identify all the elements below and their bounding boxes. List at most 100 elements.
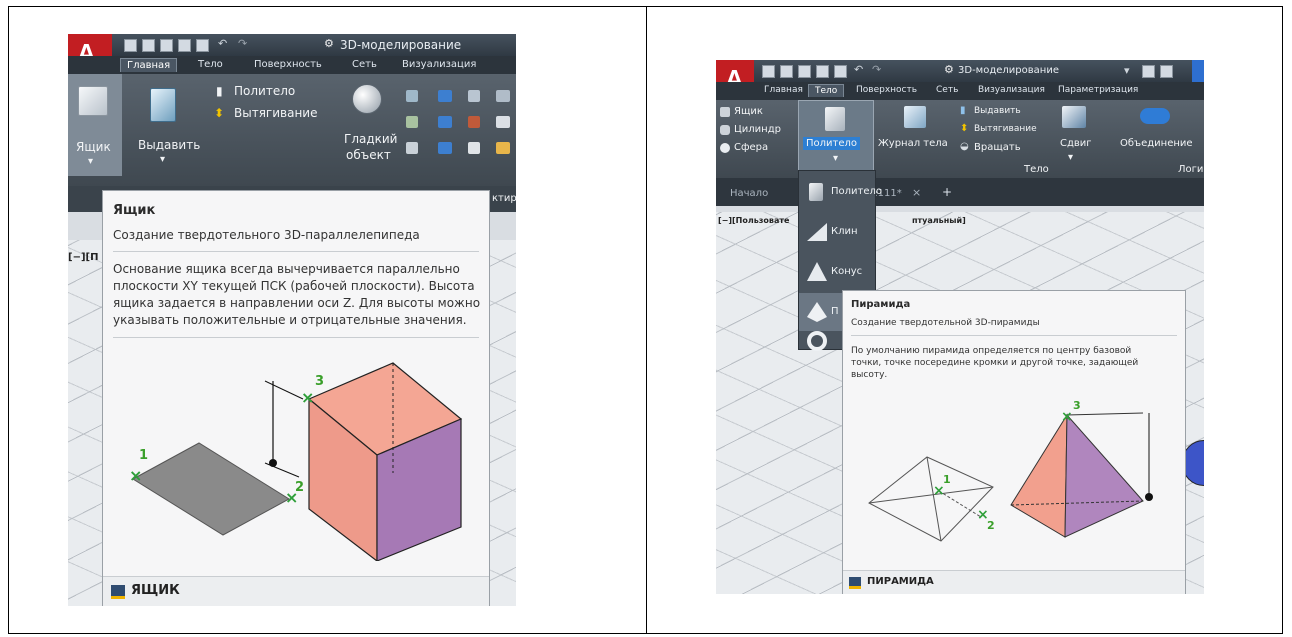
tab-visualize[interactable]: Визуализация bbox=[972, 84, 1051, 96]
panel-title-fragment: ктир bbox=[492, 193, 516, 204]
save-icon[interactable] bbox=[160, 39, 173, 52]
open-icon[interactable] bbox=[780, 65, 793, 78]
tab-surface[interactable]: Поверхность bbox=[850, 84, 923, 96]
help-icon[interactable] bbox=[849, 577, 861, 589]
figure-divider bbox=[646, 6, 647, 634]
redo-icon[interactable]: ↷ bbox=[872, 63, 881, 76]
tooltip-desc-line: указывать положительные и отрицательные … bbox=[113, 313, 467, 327]
tab-home[interactable]: Главная bbox=[120, 58, 178, 72]
tooltip-summary: Создание твердотельной 3D-пирамиды bbox=[851, 318, 1040, 328]
panel-label-solid: Тело bbox=[1024, 164, 1049, 175]
tab-solid[interactable]: Тело bbox=[808, 84, 845, 97]
new-icon[interactable] bbox=[762, 65, 775, 78]
help-icon[interactable] bbox=[111, 585, 125, 599]
extrude-label: Выдавить bbox=[138, 138, 201, 152]
add-tab-icon[interactable]: + bbox=[942, 185, 952, 199]
edit-tool-icon[interactable] bbox=[496, 90, 510, 102]
polysolid-icon bbox=[825, 107, 845, 131]
workspace-gear-icon[interactable]: ⚙ bbox=[324, 37, 334, 50]
boolean-icon[interactable] bbox=[438, 116, 452, 128]
screenshot-pyramid-tooltip: ↶ ↷ ⚙ 3D-моделирование ▾ Главная Тело По… bbox=[716, 60, 1204, 594]
viewport-label[interactable]: [−][Пользовате bbox=[718, 216, 789, 225]
tooltip-footer: ЯЩИК bbox=[103, 576, 489, 606]
polysolid-button[interactable]: Политело ▾ bbox=[798, 100, 874, 178]
tab-visualize[interactable]: Визуализация bbox=[396, 58, 482, 71]
save-icon[interactable] bbox=[798, 65, 811, 78]
tab-mesh[interactable]: Сеть bbox=[930, 84, 964, 96]
mesh-tool-icon[interactable] bbox=[406, 116, 418, 128]
union-button[interactable]: Объединение bbox=[1114, 100, 1204, 160]
polysolid-label: Политело bbox=[803, 137, 861, 150]
edit-tool-icon[interactable] bbox=[468, 142, 480, 154]
close-icon[interactable]: × bbox=[912, 186, 921, 199]
presspull-button[interactable]: ⬍ Вытягивание bbox=[214, 106, 334, 124]
polysolid-button[interactable]: ▮ Политело bbox=[216, 84, 326, 102]
presspull-icon: ⬍ bbox=[214, 106, 225, 120]
open-icon[interactable] bbox=[142, 39, 155, 52]
tooltip-title: Ящик bbox=[113, 203, 156, 218]
solid-history-button[interactable]: Журнал тела bbox=[876, 100, 954, 160]
sphere-button[interactable]: Сфера bbox=[720, 140, 790, 156]
edit-tool-icon[interactable] bbox=[496, 142, 510, 154]
save-as-icon[interactable] bbox=[178, 39, 191, 52]
point-marker-icon: × bbox=[1061, 409, 1073, 425]
tooltip-desc-line: По умолчанию пирамида определяется по це… bbox=[851, 346, 1132, 356]
undo-icon[interactable]: ↶ bbox=[854, 63, 863, 76]
new-icon[interactable] bbox=[124, 39, 137, 52]
viewport-label[interactable]: [−][П bbox=[68, 252, 98, 263]
cylinder-button[interactable]: Цилиндр bbox=[720, 122, 798, 138]
mesh-tool-icon[interactable] bbox=[406, 142, 418, 154]
redo-icon[interactable]: ↷ bbox=[238, 37, 247, 50]
chevron-down-icon: ▾ bbox=[1068, 152, 1074, 163]
tab-home[interactable]: Главная bbox=[758, 84, 809, 96]
mesh-tool-icon[interactable] bbox=[406, 90, 418, 102]
tab-surface[interactable]: Поверхность bbox=[248, 58, 328, 71]
edit-tool-icon[interactable] bbox=[468, 116, 480, 128]
viewport-label-visual-style[interactable]: птуальный] bbox=[912, 216, 966, 225]
extrude-button[interactable]: Выдавить ▾ bbox=[126, 74, 204, 176]
revolve-button[interactable]: ◒ Вращать bbox=[960, 140, 1040, 156]
workspace-name[interactable]: 3D-моделирование bbox=[958, 65, 1059, 76]
separator bbox=[113, 337, 479, 338]
tab-parametric[interactable]: Параметризация bbox=[1052, 84, 1144, 96]
boolean-icon[interactable] bbox=[438, 90, 452, 102]
tooltip-desc-line: ящика задается в направлении оси Z. Для … bbox=[113, 296, 481, 310]
edit-tool-icon[interactable] bbox=[468, 90, 480, 102]
wedge-icon bbox=[807, 223, 827, 241]
polysolid-icon: ▮ bbox=[216, 84, 223, 98]
undo-icon[interactable]: ↶ bbox=[218, 37, 227, 50]
pyramid-icon bbox=[807, 302, 827, 322]
menu-item-polysolid[interactable]: Политело bbox=[799, 173, 882, 211]
smooth-object-button[interactable]: Гладкий объект bbox=[336, 74, 400, 176]
dropdown-icon[interactable]: ▾ bbox=[1124, 64, 1130, 77]
boolean-icon[interactable] bbox=[438, 142, 452, 154]
solid-history-label: Журнал тела bbox=[878, 138, 948, 149]
save-as-icon[interactable] bbox=[816, 65, 829, 78]
presspull-label: Вытягивание bbox=[974, 124, 1037, 134]
box-button[interactable]: Ящик ▾ bbox=[68, 74, 122, 176]
cylinder-label: Цилиндр bbox=[734, 124, 781, 135]
workspace-name[interactable]: 3D-моделирование bbox=[340, 38, 461, 52]
union-icon bbox=[1140, 108, 1170, 124]
union-label: Объединение bbox=[1120, 138, 1193, 149]
extrude-icon: ▮ bbox=[960, 105, 966, 116]
menu-item-cone[interactable]: Конус bbox=[799, 253, 875, 291]
print-icon[interactable] bbox=[196, 39, 209, 52]
menu-item-wedge[interactable]: Клин bbox=[799, 213, 875, 251]
menu-label: Конус bbox=[831, 266, 863, 277]
print-icon[interactable] bbox=[834, 65, 847, 78]
tab-mesh[interactable]: Сеть bbox=[346, 58, 383, 71]
extrude-button[interactable]: ▮ Выдавить bbox=[960, 104, 1046, 120]
revolve-label: Вращать bbox=[974, 142, 1021, 153]
box-button[interactable]: Ящик bbox=[720, 104, 790, 120]
workspace-gear-icon[interactable]: ⚙ bbox=[944, 63, 954, 76]
polysolid-label: Политело bbox=[234, 84, 296, 98]
save-icon[interactable] bbox=[1160, 65, 1173, 78]
presspull-button[interactable]: ⬍ Вытягивание bbox=[960, 122, 1050, 138]
sweep-button[interactable]: Сдвиг ▾ bbox=[1048, 100, 1098, 163]
tab-solid[interactable]: Тело bbox=[192, 58, 229, 71]
tab-start[interactable]: Начало bbox=[730, 188, 768, 199]
edit-tool-icon[interactable] bbox=[496, 116, 510, 128]
layers-icon[interactable] bbox=[1142, 65, 1155, 78]
box-illustration: × × × 1 2 3 bbox=[129, 362, 463, 561]
